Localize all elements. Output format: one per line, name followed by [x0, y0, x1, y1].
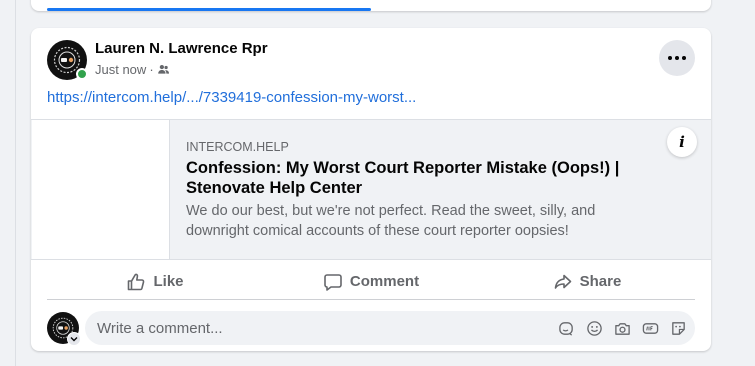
post-link[interactable]: https://intercom.help/.../7339419-confes… [47, 89, 416, 106]
link-preview-title[interactable]: Confession: My Worst Court Reporter Mist… [186, 158, 646, 198]
online-status-dot [76, 68, 88, 80]
feed-left-divider [15, 0, 16, 366]
link-preview-thumbnail[interactable] [32, 120, 170, 259]
video-progress-bar[interactable] [47, 8, 371, 11]
share-button[interactable]: Share [479, 264, 695, 299]
post-actions: Like Comment Share [47, 264, 695, 300]
sticker-icon[interactable] [669, 319, 687, 337]
comment-bubble-icon [324, 273, 342, 291]
comment-tools [557, 319, 687, 337]
share-arrow-icon [554, 274, 571, 289]
more-dots-icon [668, 56, 686, 60]
like-label: Like [153, 273, 184, 290]
post-card: Lauren N. Lawrence Rpr Just now · https:… [31, 28, 711, 351]
like-button[interactable]: Like [47, 264, 263, 299]
avatar-sticker-icon[interactable] [557, 319, 575, 337]
author-name[interactable]: Lauren N. Lawrence Rpr [95, 40, 268, 57]
comment-label: Comment [349, 273, 420, 290]
post-timestamp[interactable]: Just now [95, 62, 146, 77]
thumbs-up-icon [128, 273, 145, 290]
more-options-button[interactable] [659, 40, 695, 76]
emoji-icon[interactable] [585, 319, 603, 337]
meta-separator: · [149, 62, 154, 77]
comment-button[interactable]: Comment [263, 264, 479, 299]
post-meta: Just now · [95, 62, 170, 77]
share-label: Share [579, 273, 622, 290]
link-preview[interactable]: i INTERCOM.HELP Confession: My Worst Cou… [31, 119, 711, 260]
link-preview-description: We do our best, but we're not perfect. R… [186, 203, 596, 239]
comment-composer [47, 311, 695, 346]
info-button[interactable]: i [667, 127, 697, 157]
gif-icon[interactable] [641, 319, 659, 337]
previous-post-card [31, 0, 711, 11]
friends-icon[interactable] [157, 63, 170, 76]
chevron-down-icon[interactable] [67, 332, 81, 346]
link-preview-domain: INTERCOM.HELP [186, 140, 289, 154]
camera-icon[interactable] [613, 319, 631, 337]
